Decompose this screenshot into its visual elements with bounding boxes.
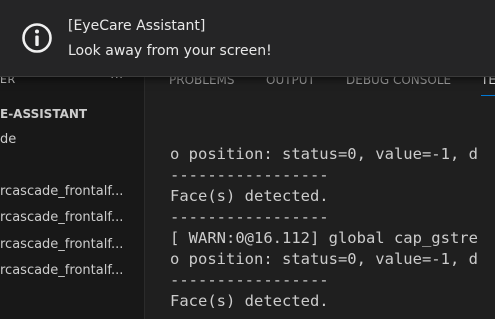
terminal-line: -----------------: [170, 166, 329, 184]
notification-title: [EyeCare Assistant]: [68, 18, 206, 34]
workspace-folder-title[interactable]: E-ASSISTANT: [0, 107, 87, 121]
tree-item-file[interactable]: rcascade_frontalf...: [0, 184, 144, 199]
vscode-window: ER ··· E-ASSISTANT de rcascade_frontalf.…: [0, 0, 495, 319]
terminal-line: -----------------: [170, 271, 329, 289]
terminal-line: -----------------: [170, 208, 329, 226]
terminal-line: o position: status=0, value=-1, d: [170, 250, 478, 268]
tree-item-folder[interactable]: de: [0, 132, 144, 147]
tree-item-file[interactable]: rcascade_frontalf...: [0, 263, 144, 278]
info-icon: [21, 22, 53, 54]
terminal-line: [ WARN:0@16.112] global cap_gstre: [170, 229, 478, 247]
tree-item-file[interactable]: rcascade_frontalf...: [0, 237, 144, 252]
terminal-line: o position: status=0, value=-1, d: [170, 145, 478, 163]
terminal-line: Face(s) detected.: [170, 292, 329, 310]
terminal-line: Face(s) detected.: [170, 187, 329, 205]
tree-item-file[interactable]: rcascade_frontalf...: [0, 210, 144, 225]
terminal-output[interactable]: o position: status=0, value=-1, d ------…: [170, 144, 495, 319]
notification-message: Look away from your screen!: [68, 43, 272, 59]
active-tab-indicator: [481, 95, 495, 96]
notification-toast[interactable]: [EyeCare Assistant] Look away from your …: [0, 0, 495, 77]
